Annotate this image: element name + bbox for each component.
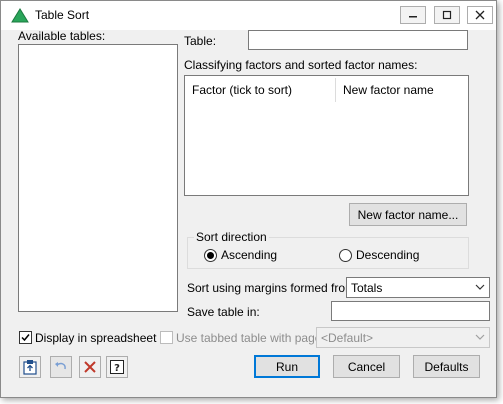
copy-to-clipboard-button[interactable]: [19, 356, 41, 378]
available-tables-list[interactable]: [18, 44, 178, 312]
grid-header-factor: Factor (tick to sort): [192, 83, 293, 97]
maximize-icon: [442, 10, 452, 20]
available-tables-label: Available tables:: [18, 29, 106, 43]
sort-margins-label: Sort using margins formed from:: [187, 281, 359, 295]
svg-text:?: ?: [114, 363, 120, 374]
minimize-button[interactable]: [400, 6, 426, 24]
sort-direction-group: Sort direction Ascending Descending: [187, 230, 469, 269]
defaults-button[interactable]: Defaults: [413, 355, 480, 378]
clear-button[interactable]: [79, 356, 101, 378]
close-window-button[interactable]: [467, 6, 493, 24]
restore-button[interactable]: [50, 356, 72, 378]
descending-radio[interactable]: [339, 249, 352, 262]
grid-header-divider: [335, 78, 336, 102]
table-input[interactable]: [248, 30, 468, 50]
classifying-factors-label: Classifying factors and sorted factor na…: [184, 58, 418, 72]
chevron-down-icon: [475, 334, 485, 340]
undo-icon: [55, 362, 66, 370]
table-label: Table:: [184, 34, 217, 48]
window-title: Table Sort: [35, 8, 90, 22]
use-tabbed-table-checkbox[interactable]: [160, 331, 173, 344]
tabbed-pages-select[interactable]: <Default>: [316, 327, 490, 348]
sort-direction-title: Sort direction: [194, 230, 269, 244]
help-icon: ?: [110, 360, 124, 374]
use-tabbed-table-label: Use tabbed table with pages:: [176, 331, 331, 345]
genstat-app-icon: [11, 8, 29, 23]
save-table-input[interactable]: [331, 301, 490, 321]
table-sort-dialog: Table Sort Available tables: Display in …: [0, 0, 497, 398]
maximize-button[interactable]: [434, 6, 460, 24]
factor-grid-header: Factor (tick to sort) New factor name: [185, 76, 468, 102]
new-factor-name-button[interactable]: New factor name...: [349, 203, 467, 226]
checkmark-icon: [21, 334, 30, 342]
tabbed-pages-value: <Default>: [321, 331, 374, 345]
red-x-icon: [84, 361, 96, 373]
radio-selected-dot: [207, 252, 214, 259]
cancel-button[interactable]: Cancel: [333, 355, 400, 378]
close-icon: [475, 10, 485, 20]
minimize-icon: [409, 16, 417, 18]
ascending-radio[interactable]: [204, 249, 217, 262]
save-table-label: Save table in:: [187, 305, 260, 319]
title-bar: Table Sort: [1, 1, 496, 30]
descending-label: Descending: [356, 248, 420, 262]
clipboard-icon: [23, 360, 37, 375]
sort-margins-select[interactable]: Totals: [346, 277, 490, 298]
display-in-spreadsheet-checkbox[interactable]: [19, 331, 32, 344]
ascending-label: Ascending: [221, 248, 278, 262]
chevron-down-icon: [475, 284, 485, 290]
grid-header-new-name: New factor name: [343, 83, 434, 97]
display-in-spreadsheet-label: Display in spreadsheet: [35, 331, 157, 345]
run-button[interactable]: Run: [254, 355, 320, 378]
sort-margins-value: Totals: [351, 281, 383, 295]
factor-grid[interactable]: Factor (tick to sort) New factor name: [184, 75, 469, 196]
help-button[interactable]: ?: [106, 356, 128, 378]
